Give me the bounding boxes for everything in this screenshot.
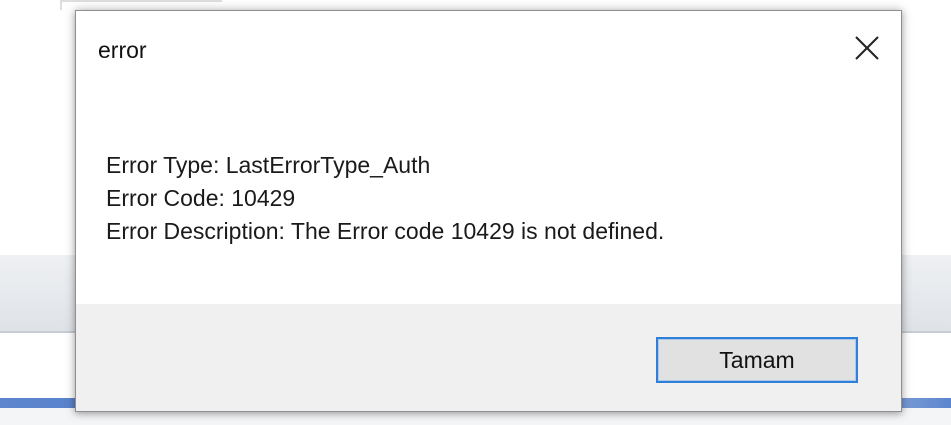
- close-icon: [855, 36, 879, 60]
- background-window-edge: [60, 0, 222, 10]
- error-type-text: Error Type: LastErrorType_Auth: [106, 152, 431, 178]
- error-code-text: Error Code: 10429: [106, 185, 296, 211]
- dialog-footer: Tamam: [76, 304, 901, 411]
- dialog-message: Error Type: LastErrorType_Auth Error Cod…: [106, 149, 876, 248]
- ok-button[interactable]: Tamam: [656, 337, 858, 383]
- dialog-title: error: [98, 37, 147, 63]
- error-description-text: Error Description: The Error code 10429 …: [106, 218, 665, 244]
- screen: error Error Type: LastErrorType_Auth Err…: [0, 0, 951, 425]
- dialog-title-bar[interactable]: error: [76, 11, 901, 81]
- error-dialog: error Error Type: LastErrorType_Auth Err…: [75, 10, 902, 412]
- close-button[interactable]: [845, 29, 889, 67]
